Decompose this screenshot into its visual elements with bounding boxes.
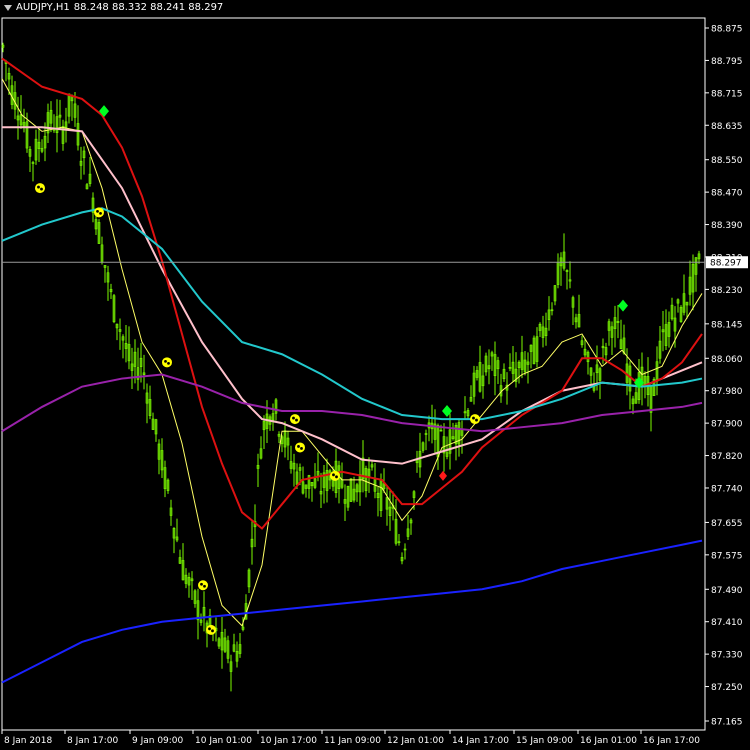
- x-tick-label: 16 Jan 01:00: [580, 736, 637, 746]
- fractal-marker-eye: [208, 627, 211, 631]
- fractal-marker-eye: [472, 416, 475, 420]
- price-chart[interactable]: 88.875 88.795 88.715 88.635 88.550 88.470 88.3…: [0, 0, 750, 750]
- fractal-marker-icon: [162, 357, 172, 368]
- y-tick-label: 87.655: [711, 519, 743, 529]
- x-tick-label: 10 Jan 17:00: [260, 736, 317, 746]
- y-tick-label: 87.165: [711, 718, 743, 728]
- y-tick-label: 87.980: [711, 387, 743, 397]
- moving-average-line-3: [1, 57, 703, 530]
- x-tick-label: 10 Jan 01:00: [195, 736, 252, 746]
- y-tick-label: 88.875: [711, 25, 743, 35]
- fractal-marker-eye: [335, 475, 338, 479]
- fractal-marker-icon: [198, 580, 208, 591]
- fractal-marker-eye: [297, 445, 300, 448]
- y-tick-label: 88.550: [711, 156, 743, 166]
- x-tick-label: 12 Jan 01:00: [387, 736, 444, 746]
- fractal-marker-icon: [470, 414, 480, 425]
- y-tick-label: 87.740: [711, 484, 743, 494]
- fractal-marker-eye: [99, 211, 102, 215]
- fractal-marker-eye: [164, 359, 167, 363]
- buy-signal-marker: [99, 105, 109, 118]
- x-tick-label: 8 Jan 2018: [4, 736, 52, 746]
- fractal-marker-eye: [96, 209, 99, 213]
- buy-signal-marker: [618, 299, 628, 312]
- fractal-marker-icon: [290, 414, 300, 425]
- y-tick-label: 87.490: [711, 586, 743, 596]
- fractal-marker-icon: [295, 442, 305, 453]
- x-tick-label: 9 Jan 09:00: [132, 736, 184, 746]
- fractal-marker-eye: [332, 473, 335, 477]
- fractal-marker-icon: [330, 470, 340, 481]
- fractal-marker-icon: [206, 624, 216, 635]
- x-tick-label: 14 Jan 17:00: [452, 736, 509, 746]
- fractal-marker-eye: [292, 416, 295, 420]
- candles-group: [1, 42, 701, 692]
- y-tick-label: 87.330: [711, 651, 743, 661]
- fractal-marker-eye: [200, 582, 203, 586]
- fractal-marker-eye: [203, 584, 206, 588]
- fractal-marker-eye: [40, 187, 43, 191]
- y-tick-label: 88.470: [711, 189, 743, 199]
- y-tick-label: 87.410: [711, 618, 743, 628]
- fractal-marker-eye: [167, 361, 170, 365]
- y-tick-label: 88.390: [711, 221, 743, 231]
- y-tick-label: 87.820: [711, 452, 743, 462]
- y-tick-label: 88.230: [711, 286, 743, 296]
- y-tick-label: 88.795: [711, 57, 743, 67]
- fractal-marker-eye: [37, 185, 40, 189]
- x-tick-label: 15 Jan 09:00: [516, 736, 573, 746]
- moving-average-line-6: [1, 539, 703, 684]
- y-tick-label: 88.060: [711, 355, 743, 365]
- fractal-marker-eye: [300, 447, 303, 450]
- y-tick-label: 88.145: [711, 320, 743, 330]
- sell-signal-marker: [439, 470, 447, 481]
- y-tick-label: 88.715: [711, 89, 743, 99]
- y-tick-label: 88.635: [711, 122, 743, 132]
- x-tick-label: 16 Jan 17:00: [643, 736, 700, 746]
- x-tick-label: 8 Jan 17:00: [67, 736, 119, 746]
- y-tick-label: 87.575: [711, 551, 743, 561]
- fractal-marker-icon: [35, 183, 45, 194]
- y-tick-label: 87.250: [711, 683, 743, 693]
- fractal-marker-icon: [94, 207, 104, 218]
- fractal-marker-eye: [295, 418, 298, 422]
- x-axis-labels: 8 Jan 2018 8 Jan 17:00 9 Jan 09:00 10 Jan 0…: [1, 730, 700, 746]
- current-price-label: 88.297: [710, 259, 742, 269]
- fractal-marker-eye: [475, 418, 478, 422]
- y-tick-label: 87.900: [711, 420, 743, 430]
- fractal-marker-eye: [211, 629, 214, 633]
- x-tick-label: 11 Jan 09:00: [324, 736, 381, 746]
